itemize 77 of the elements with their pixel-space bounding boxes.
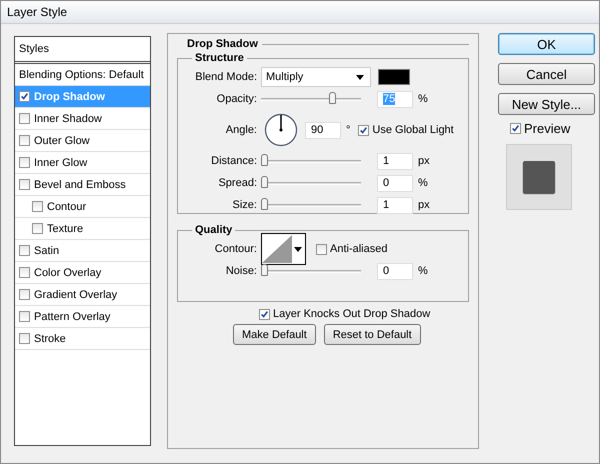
checkbox-label: Layer Knocks Out Drop Shadow (273, 308, 430, 320)
checkbox-label: Use Global Light (372, 124, 454, 136)
checkbox[interactable] (19, 157, 30, 168)
slider[interactable] (261, 92, 361, 106)
slider[interactable] (261, 198, 361, 212)
square-icon (523, 161, 555, 193)
field-label: Distance: (210, 155, 257, 167)
checkbox[interactable] (358, 124, 370, 136)
checkbox[interactable] (19, 91, 30, 102)
value-field[interactable]: 0 (377, 262, 413, 280)
unit-label: % (418, 265, 428, 277)
checkbox[interactable] (19, 135, 30, 146)
checkbox[interactable] (259, 308, 270, 320)
value-field[interactable]: 90 (305, 122, 341, 138)
field-label: Size: (232, 199, 257, 211)
dialog-button[interactable]: Make Default (233, 324, 316, 345)
caret-icon (294, 246, 302, 252)
slider-thumb[interactable] (261, 264, 268, 276)
style-item[interactable]: Pattern Overlay (15, 306, 150, 328)
group-title: Structure (194, 52, 245, 64)
checkbox-label: Preview (524, 121, 570, 136)
dialog-button[interactable]: New Style... (498, 93, 595, 115)
unit-label: % (418, 93, 428, 105)
slider[interactable] (261, 176, 361, 190)
value-field[interactable]: 1 (377, 196, 413, 214)
caret-icon (356, 74, 364, 80)
style-item[interactable]: Outer Glow (15, 130, 150, 152)
dialog-button[interactable]: OK (498, 33, 595, 55)
checkbox[interactable] (19, 333, 30, 344)
field-label: Blend Mode: (194, 71, 257, 83)
slider-thumb[interactable] (261, 198, 268, 210)
checkbox[interactable] (32, 201, 43, 212)
value-field[interactable]: 1 (377, 152, 413, 170)
unit-label: px (418, 199, 430, 211)
style-item[interactable]: Satin (15, 240, 150, 262)
slider-thumb[interactable] (261, 154, 268, 166)
dialog-button[interactable]: Cancel (498, 63, 595, 85)
style-item[interactable]: Color Overlay (15, 262, 150, 284)
checkbox[interactable] (19, 311, 30, 322)
checkbox[interactable] (19, 267, 30, 278)
field-label: Contour: (214, 243, 257, 255)
unit-label: ° (346, 124, 350, 136)
value-field[interactable]: 0 (377, 174, 413, 192)
checkbox[interactable] (19, 113, 30, 124)
style-item[interactable]: Stroke (15, 328, 150, 350)
unit-label: % (418, 177, 428, 189)
style-item[interactable]: Inner Shadow (15, 108, 150, 130)
checkbox-label: Anti-aliased (330, 243, 388, 255)
checkbox[interactable] (32, 223, 43, 234)
checkbox[interactable] (19, 289, 30, 300)
slider-thumb[interactable] (261, 176, 268, 188)
style-item[interactable]: Texture (15, 218, 150, 240)
style-item[interactable]: Inner Glow (15, 152, 150, 174)
window-title: Layer Style (7, 5, 68, 19)
section-title: Drop Shadow (187, 38, 258, 50)
dialog-button[interactable]: Reset to Default (324, 324, 421, 345)
checkbox[interactable] (510, 123, 521, 134)
slider[interactable] (261, 264, 361, 278)
slider[interactable] (261, 154, 361, 168)
angle-dial[interactable] (264, 113, 298, 147)
group-title: Quality (194, 224, 234, 236)
style-item[interactable]: Contour (15, 196, 150, 218)
color-swatch[interactable] (378, 69, 410, 85)
blend-mode-dropdown[interactable]: Multiply (261, 67, 371, 87)
field-label: Angle: (224, 124, 257, 136)
field-label: Spread: (217, 177, 257, 189)
field-label: Noise: (224, 265, 257, 277)
field-label: Opacity: (216, 93, 257, 105)
style-item[interactable]: Gradient Overlay (15, 284, 150, 306)
slider-thumb[interactable] (329, 92, 336, 104)
unit-label: px (418, 155, 430, 167)
checkbox[interactable] (19, 245, 30, 256)
checkbox[interactable] (19, 179, 30, 190)
contour-picker[interactable] (261, 233, 306, 265)
checkbox[interactable] (316, 244, 327, 254)
styles-header: Styles (15, 37, 150, 64)
style-item[interactable]: Bevel and Emboss (15, 174, 150, 196)
